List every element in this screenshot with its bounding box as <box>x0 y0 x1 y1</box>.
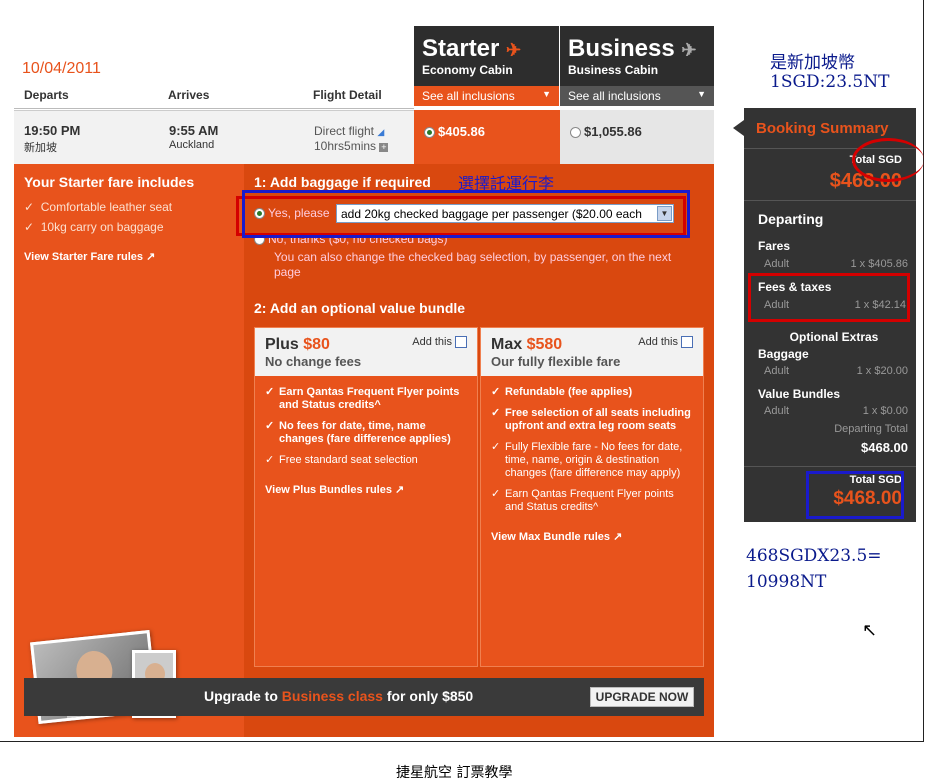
plus-subtitle: No change fees <box>265 354 362 369</box>
bundles-adult: Adult <box>764 405 790 417</box>
max-rules-link[interactable]: View Max Bundle rules ↗ <box>481 514 703 543</box>
bundles-label: Value Bundles <box>758 387 841 401</box>
chevron-down-icon: ▼ <box>697 89 706 99</box>
starter-price: $405.86 <box>438 124 485 139</box>
caption: 捷星航空 訂票教學 <box>396 765 513 781</box>
cursor-icon: ↖ <box>862 620 878 640</box>
max-price: $580 <box>526 336 563 353</box>
starter-inclusions-dropdown[interactable]: See all inclusions ▼ <box>414 86 559 106</box>
checkbox[interactable] <box>455 336 467 349</box>
include-item: ✓ Comfortable leather seat <box>24 200 173 214</box>
annotation-calc-2: 10998NT <box>746 572 827 592</box>
business-inclusions-dropdown[interactable]: See all inclusions ▼ <box>560 86 714 106</box>
plane-icon: ✈ <box>506 40 522 60</box>
checkbox[interactable] <box>681 336 693 349</box>
business-subtitle: Business Cabin <box>568 63 659 77</box>
annotation-red-box-fees <box>748 273 910 322</box>
fares-value: 1 x $405.86 <box>850 258 909 270</box>
annotation-currency: 是新加坡幣 <box>770 53 855 73</box>
fares-adult: Adult <box>764 258 790 270</box>
starter-includes-panel: Your Starter fare includes ✓ Comfortable… <box>14 164 244 737</box>
starter-inclusions-label: See all inclusions <box>422 89 515 103</box>
qantas-tail-icon: ◢ <box>377 127 385 137</box>
arrive-city: Auckland <box>169 139 215 151</box>
business-price: $1,055.86 <box>584 124 642 139</box>
summary-pointer <box>733 120 744 136</box>
plus-rules-link[interactable]: View Plus Bundles rules ↗ <box>255 467 477 496</box>
max-item: Earn Qantas Frequent Flyer points and St… <box>481 488 703 514</box>
summary-title: Booking Summary <box>756 120 889 137</box>
plus-item: Earn Qantas Frequent Flyer points and St… <box>255 386 477 412</box>
flight-type: Direct flight ◢ <box>314 124 385 138</box>
bundle-heading: 2: Add an optional value bundle <box>254 300 466 316</box>
annotation-baggage-note: 選擇託運行李 <box>458 174 555 193</box>
flight-row: 19:50 PM 新加坡 9:55 AM Auckland Direct fli… <box>14 110 414 164</box>
departing-total: $468.00 <box>861 440 908 455</box>
business-inclusions-label: See all inclusions <box>568 89 661 103</box>
plane-icon: ✈ <box>681 40 697 60</box>
baggage-label: Baggage <box>758 347 809 361</box>
starter-fare-header: Starter ✈ Economy Cabin <box>414 26 559 86</box>
max-item: Fully Flexible fare - No fees for date, … <box>481 441 703 480</box>
plus-bundle-card: Plus $80 No change fees Add this Earn Qa… <box>254 327 478 667</box>
flight-date: 10/04/2011 <box>22 60 101 77</box>
col-flight-detail: Flight Detail <box>313 88 382 102</box>
max-add-checkbox[interactable]: Add this <box>638 336 693 349</box>
optional-extras-heading: Optional Extras <box>789 330 879 344</box>
chevron-down-icon: ▼ <box>542 89 551 99</box>
departing-total-label: Departing Total <box>834 423 908 435</box>
starter-subtitle: Economy Cabin <box>422 63 513 77</box>
upgrade-banner: Upgrade to Business class for only $850 … <box>24 678 704 716</box>
plus-name: Plus <box>265 336 299 353</box>
annotation-red-circle <box>852 138 924 182</box>
baggage-adult: Adult <box>764 365 790 377</box>
business-price-option[interactable]: $1,055.86 <box>560 110 714 164</box>
departing-heading: Departing <box>758 211 824 227</box>
includes-title: Your Starter fare includes <box>24 174 195 190</box>
upgrade-text: Upgrade to Business class for only $850 <box>204 688 474 704</box>
radio-business[interactable] <box>570 127 581 139</box>
starter-title: Starter <box>422 35 500 62</box>
plus-item: No fees for date, time, name changes (fa… <box>255 420 477 446</box>
check-icon: ✓ <box>24 220 35 234</box>
expand-icon: + <box>379 142 389 152</box>
upgrade-now-button[interactable]: UPGRADE NOW <box>590 687 694 707</box>
annotation-blue-box-total <box>806 471 904 519</box>
fares-label: Fares <box>758 239 791 253</box>
starter-rules-link[interactable]: View Starter Fare rules ↗ <box>24 250 155 263</box>
radio-starter[interactable] <box>424 127 435 139</box>
include-item: ✓ 10kg carry on baggage <box>24 220 164 234</box>
annotation-rate: 1SGD:23.5NT <box>770 72 890 92</box>
business-fare-header: Business ✈ Business Cabin <box>560 26 714 86</box>
max-name: Max <box>491 336 523 353</box>
max-subtitle: Our fully flexible fare <box>491 354 621 369</box>
header-divider <box>14 108 414 109</box>
depart-time: 19:50 PM <box>24 123 81 138</box>
baggage-note: You can also change the checked bag sele… <box>274 250 672 279</box>
annotation-blue-box-baggage <box>242 190 690 238</box>
max-item: Free selection of all seats including up… <box>481 407 703 433</box>
col-departs: Departs <box>24 88 69 102</box>
max-item: Refundable (fee applies) <box>481 386 703 399</box>
flight-duration[interactable]: 10hrs5mins + <box>314 139 389 153</box>
baggage-heading: 1: Add baggage if required <box>254 174 431 190</box>
check-icon: ✓ <box>24 200 35 214</box>
depart-city: 新加坡 <box>24 142 57 154</box>
baggage-value: 1 x $20.00 <box>856 365 908 377</box>
bundles-value: 1 x $0.00 <box>862 405 908 417</box>
max-bundle-card: Max $580 Our fully flexible fare Add thi… <box>480 327 704 667</box>
plus-add-checkbox[interactable]: Add this <box>412 336 467 349</box>
plus-item: Free standard seat selection <box>255 454 477 467</box>
business-title: Business <box>568 35 675 62</box>
arrive-time: 9:55 AM <box>169 123 219 138</box>
starter-price-option[interactable]: $405.86 <box>414 110 560 164</box>
plus-price: $80 <box>303 336 330 353</box>
col-arrives: Arrives <box>168 88 210 102</box>
annotation-calc-1: 468SGDX23.5= <box>746 546 882 566</box>
